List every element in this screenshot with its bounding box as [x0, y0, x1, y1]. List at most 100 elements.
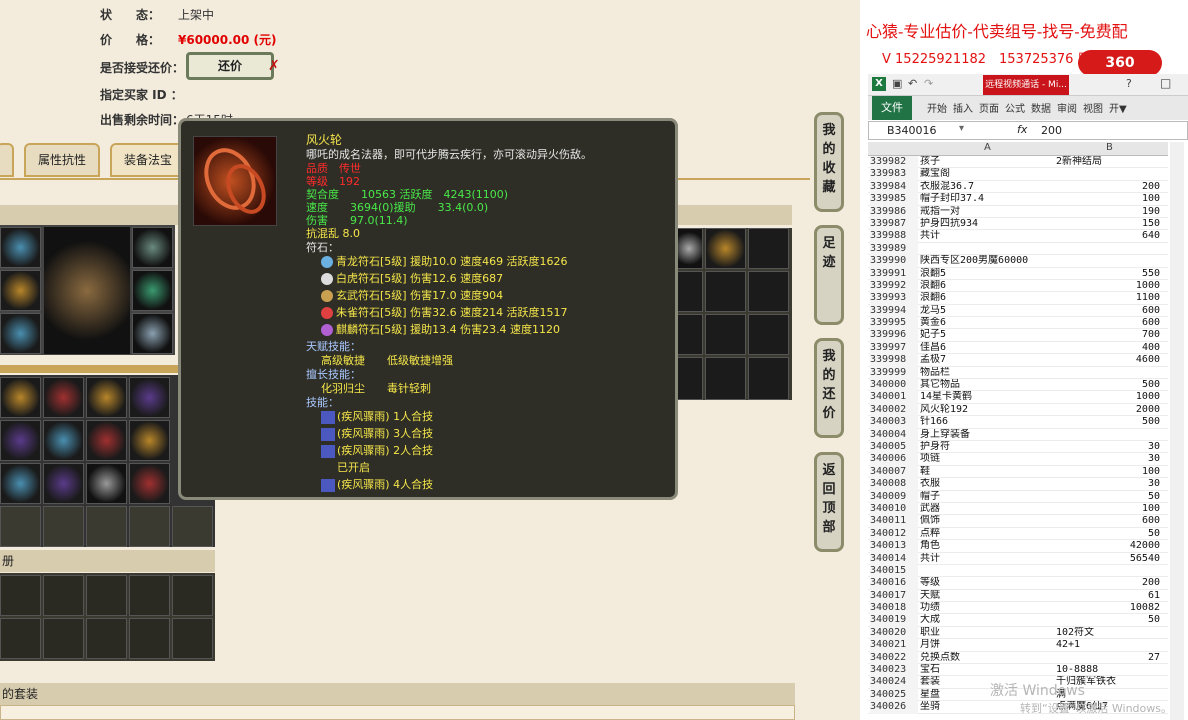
- row-number[interactable]: 340021: [870, 639, 918, 652]
- equip-slot[interactable]: [132, 313, 173, 354]
- table-row[interactable]: 339982 孩子 2新神结局: [868, 156, 1168, 169]
- cell-b[interactable]: 10-8888: [1056, 664, 1160, 676]
- row-number[interactable]: 339992: [870, 279, 918, 293]
- undo-icon[interactable]: ↶: [908, 77, 917, 90]
- cell-b[interactable]: 200: [1056, 577, 1160, 589]
- inventory-slot[interactable]: [705, 271, 746, 312]
- bag-slot[interactable]: [43, 506, 84, 547]
- help-icon[interactable]: ?: [1126, 77, 1132, 90]
- ribbon-tab-home[interactable]: 开始: [927, 100, 947, 115]
- cell-a[interactable]: 兑换点数: [920, 652, 1060, 664]
- cell-b[interactable]: 600: [1056, 305, 1160, 317]
- bag-slot[interactable]: [43, 377, 84, 418]
- row-number[interactable]: 340010: [870, 502, 918, 516]
- bag-slot[interactable]: [0, 463, 41, 504]
- table-row[interactable]: 340000 其它物品 500: [868, 379, 1168, 392]
- row-number[interactable]: 340009: [870, 490, 918, 503]
- cell-a[interactable]: 职业: [920, 627, 1060, 639]
- bag-slot[interactable]: [129, 420, 170, 461]
- function-icon[interactable]: fx: [1017, 123, 1027, 136]
- cell-a[interactable]: 宝石: [920, 664, 1060, 676]
- table-row[interactable]: 340002 风火轮192 2000: [868, 403, 1168, 417]
- cell-a[interactable]: 衣服: [920, 478, 1060, 490]
- table-row[interactable]: 339983 藏宝阁: [868, 168, 1168, 181]
- cell-b[interactable]: 600: [1056, 515, 1160, 527]
- cell-a[interactable]: 项链: [920, 453, 1060, 465]
- row-number[interactable]: 339996: [870, 329, 918, 342]
- cell-b[interactable]: 30: [1056, 441, 1160, 453]
- ribbon-tab-data[interactable]: 数据: [1031, 100, 1051, 115]
- name-box-dropdown-icon[interactable]: ▾: [959, 123, 964, 134]
- cell-b[interactable]: 50: [1056, 528, 1160, 540]
- name-box[interactable]: B340016: [887, 124, 937, 137]
- inventory-slot[interactable]: [675, 314, 703, 355]
- bag-slot[interactable]: [86, 377, 127, 418]
- row-number[interactable]: 340012: [870, 527, 918, 541]
- cell-b[interactable]: 100: [1056, 503, 1160, 515]
- ribbon-tab-view[interactable]: 视图: [1083, 100, 1103, 115]
- row-number[interactable]: 339994: [870, 304, 918, 318]
- cell-a[interactable]: 天赋: [920, 590, 1060, 602]
- cell-a[interactable]: 功绩: [920, 602, 1060, 614]
- table-row[interactable]: 340018 功绩 10082: [868, 602, 1168, 615]
- equip-slot[interactable]: [132, 227, 173, 268]
- row-number[interactable]: 340019: [870, 614, 918, 627]
- inventory-slot[interactable]: [705, 357, 746, 400]
- album-slot[interactable]: [43, 575, 84, 616]
- table-row[interactable]: 340012 点粹 50: [868, 527, 1168, 541]
- cell-a[interactable]: 月饼: [920, 639, 1060, 651]
- cell-a[interactable]: 共计: [920, 553, 1060, 565]
- cell-b[interactable]: 56540: [1056, 553, 1160, 565]
- row-number[interactable]: 339995: [870, 317, 918, 330]
- table-row[interactable]: 340020 职业 102符文: [868, 626, 1168, 640]
- table-row[interactable]: 339996 妃子5 700: [868, 329, 1168, 342]
- column-a-header[interactable]: A: [984, 142, 991, 153]
- table-row[interactable]: 339991 浪翻5 550: [868, 267, 1168, 280]
- cell-b[interactable]: 42+1: [1056, 639, 1160, 651]
- cell-a[interactable]: 角色: [920, 540, 1060, 552]
- row-number[interactable]: 340023: [870, 664, 918, 677]
- ribbon-tab-page[interactable]: 页面: [979, 100, 999, 115]
- cell-b[interactable]: 1000: [1056, 280, 1160, 292]
- row-number[interactable]: 340004: [870, 428, 918, 441]
- row-number[interactable]: 339998: [870, 354, 918, 367]
- row-number[interactable]: 340020: [870, 626, 918, 640]
- table-row[interactable]: 340003 针166 500: [868, 416, 1168, 429]
- equip-slot[interactable]: [0, 313, 41, 354]
- cell-a[interactable]: 等级: [920, 577, 1060, 589]
- cell-b[interactable]: 50: [1056, 491, 1160, 503]
- table-row[interactable]: 340011 佩饰 600: [868, 515, 1168, 528]
- row-number[interactable]: 340011: [870, 515, 918, 528]
- column-b-header[interactable]: B: [1106, 142, 1113, 153]
- cell-b[interactable]: 1000: [1056, 391, 1160, 403]
- tab-attributes[interactable]: 属性抗性: [24, 143, 100, 177]
- cell-b[interactable]: 4600: [1056, 354, 1160, 366]
- row-number[interactable]: 339993: [870, 292, 918, 305]
- row-number[interactable]: 340024: [870, 676, 918, 689]
- table-row[interactable]: 340010 武器 100: [868, 502, 1168, 516]
- inventory-slot[interactable]: [675, 357, 703, 400]
- cell-a[interactable]: 佩饰: [920, 515, 1060, 527]
- row-number[interactable]: 340000: [870, 379, 918, 392]
- cell-a[interactable]: 风火轮192: [920, 404, 1060, 416]
- album-slot[interactable]: [172, 575, 213, 616]
- row-number[interactable]: 339984: [870, 180, 918, 194]
- table-row[interactable]: 340015: [868, 564, 1168, 578]
- footprint-button[interactable]: 足迹: [814, 225, 844, 325]
- row-number[interactable]: 339982: [870, 156, 918, 169]
- cell-b[interactable]: 42000: [1056, 540, 1160, 552]
- table-row[interactable]: 339989: [868, 242, 1168, 256]
- table-row[interactable]: 340007 鞋 100: [868, 465, 1168, 479]
- cell-b[interactable]: 30: [1056, 478, 1160, 490]
- album-slot[interactable]: [0, 575, 41, 616]
- haggle-button[interactable]: 还价: [186, 52, 274, 80]
- table-row[interactable]: 340004 身上穿装备: [868, 428, 1168, 441]
- inventory-slot[interactable]: [748, 228, 789, 269]
- cell-b[interactable]: 500: [1056, 416, 1160, 428]
- cell-b[interactable]: 550: [1056, 268, 1160, 280]
- table-row[interactable]: 339985 帽子封印37.4 100: [868, 193, 1168, 206]
- ribbon-tab-formula[interactable]: 公式: [1005, 100, 1025, 115]
- row-number[interactable]: 340002: [870, 403, 918, 417]
- bag-slot[interactable]: [129, 377, 170, 418]
- cell-a[interactable]: 浪翻6: [920, 292, 1060, 304]
